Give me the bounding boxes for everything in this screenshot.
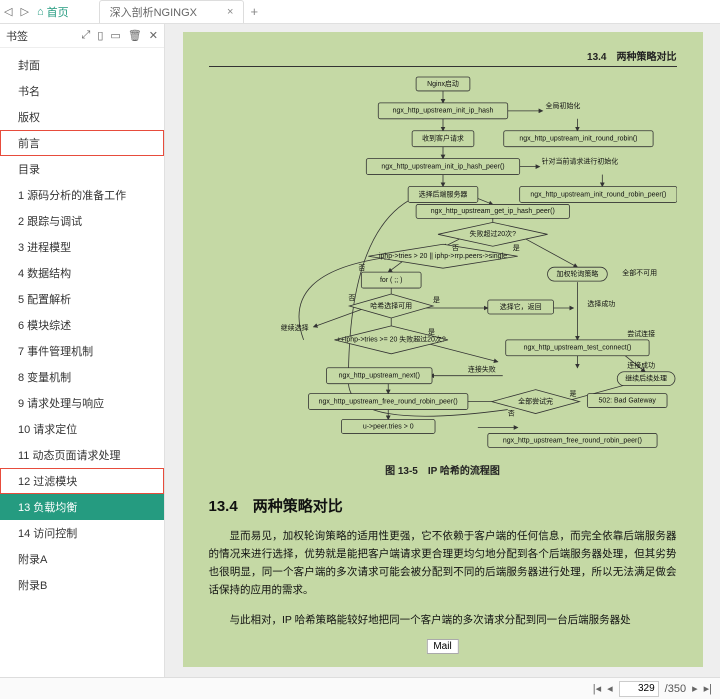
toc-item[interactable]: 1 源码分析的准备工作 <box>0 182 164 208</box>
svg-text:连接失败: 连接失败 <box>467 365 495 374</box>
prev-page-icon[interactable]: ◂ <box>607 682 613 695</box>
first-page-icon[interactable]: |◂ <box>593 682 601 695</box>
toc-item[interactable]: 3 进程模型 <box>0 234 164 260</box>
page-total: /350 <box>665 683 686 695</box>
delete-icon[interactable]: 🗑 <box>128 29 142 42</box>
toc-item[interactable]: 附录B <box>0 572 164 598</box>
flowchart-diagram: Nginx启动 ngx_http_upstream_init_ip_hash 全… <box>209 73 677 451</box>
mail-tooltip: Mail <box>426 639 458 654</box>
toc-item[interactable]: 10 请求定位 <box>0 416 164 442</box>
toc-item[interactable]: 13 负载均衡 <box>0 494 164 520</box>
toc-item[interactable]: 11 动态页面请求处理 <box>0 442 164 468</box>
svg-text:否: 否 <box>451 244 458 252</box>
body-paragraph: 与此相对，IP 哈希策略能较好地把同一个客户端的多次请求分配到同一台后端服务器处 <box>209 612 677 630</box>
svg-text:是: 是 <box>433 296 440 304</box>
toc-item[interactable]: 版权 <box>0 104 164 130</box>
toc-item[interactable]: 2 跟踪与调试 <box>0 208 164 234</box>
last-page-icon[interactable]: ▸| <box>704 682 712 695</box>
svg-text:全部不可用: 全部不可用 <box>622 268 657 277</box>
tab-title: 深入剖析NGINGX <box>110 4 197 20</box>
new-tab-button[interactable]: + <box>250 4 258 19</box>
toc-item[interactable]: 6 模块综述 <box>0 312 164 338</box>
status-bar: |◂ ◂ /350 ▸ ▸| <box>0 677 720 699</box>
sidebar-toolbar: 书签 ⤢ ▯ ▭ 🗑 ✕ <box>0 24 164 48</box>
svg-text:尝试连接: 尝试连接 <box>627 329 655 338</box>
home-icon: ⌂ <box>37 6 44 18</box>
svg-text:否: 否 <box>507 410 514 418</box>
toc-item[interactable]: 4 数据结构 <box>0 260 164 286</box>
toc-list: 封面书名版权前言目录1 源码分析的准备工作2 跟踪与调试3 进程模型4 数据结构… <box>0 48 164 677</box>
home-label: 首页 <box>47 4 69 20</box>
bookmark-icon[interactable]: ▭ <box>110 29 120 42</box>
page-input[interactable] <box>619 681 659 697</box>
forward-icon[interactable]: ▷ <box>20 5 28 18</box>
toc-item[interactable]: 目录 <box>0 156 164 182</box>
top-toolbar: ◁ ▷ ⌂ 首页 深入剖析NGINGX × + <box>0 0 720 24</box>
svg-text:选择成功: 选择成功 <box>587 299 615 308</box>
toc-item[interactable]: 9 请求处理与响应 <box>0 390 164 416</box>
home-button[interactable]: ⌂ 首页 <box>37 4 69 20</box>
document-page: 13.4 两种策略对比 <box>183 32 703 667</box>
svg-text:是: 是 <box>428 328 435 336</box>
expand-icon[interactable]: ⤢ <box>82 29 91 42</box>
section-title: 13.4 两种策略对比 <box>209 495 677 516</box>
close-panel-icon[interactable]: ✕ <box>149 29 158 42</box>
toc-item[interactable]: 7 事件管理机制 <box>0 338 164 364</box>
toc-item[interactable]: 封面 <box>0 52 164 78</box>
svg-text:全局初始化: 全局初始化 <box>545 101 580 110</box>
toc-item[interactable]: 书名 <box>0 78 164 104</box>
sidebar-label: 书签 <box>6 28 28 44</box>
figure-caption: 图 13-5 IP 哈希的流程图 <box>209 462 677 477</box>
next-page-icon[interactable]: ▸ <box>692 682 698 695</box>
svg-text:是: 是 <box>569 390 576 398</box>
toc-item[interactable]: 附录A <box>0 546 164 572</box>
svg-text:针对当前请求进行初始化: 针对当前请求进行初始化 <box>541 157 618 166</box>
svg-text:是: 是 <box>512 244 519 252</box>
back-icon[interactable]: ◁ <box>4 5 12 18</box>
toc-item[interactable]: 14 访问控制 <box>0 520 164 546</box>
svg-text:否: 否 <box>358 264 365 272</box>
bookmark-add-icon[interactable]: ▯ <box>97 29 103 42</box>
document-viewer[interactable]: 13.4 两种策略对比 <box>165 24 720 677</box>
toc-item[interactable]: 前言 <box>0 130 164 156</box>
svg-text:否: 否 <box>348 294 355 302</box>
close-icon[interactable]: × <box>227 6 233 18</box>
toc-item[interactable]: 5 配置解析 <box>0 286 164 312</box>
toc-item[interactable]: 12 过滤模块 <box>0 468 164 494</box>
toc-item[interactable]: 8 变量机制 <box>0 364 164 390</box>
page-header: 13.4 两种策略对比 <box>209 48 677 67</box>
svg-text:继续选择: 继续选择 <box>280 323 308 332</box>
sidebar: 书签 ⤢ ▯ ▭ 🗑 ✕ 封面书名版权前言目录1 源码分析的准备工作2 跟踪与调… <box>0 24 165 677</box>
svg-text:连接成功: 连接成功 <box>627 361 655 370</box>
body-paragraph: 显而易见，加权轮询策略的适用性更强，它不依赖于客户端的任何信息，而完全依靠后端服… <box>209 528 677 599</box>
tab-document[interactable]: 深入剖析NGINGX × <box>99 0 245 23</box>
